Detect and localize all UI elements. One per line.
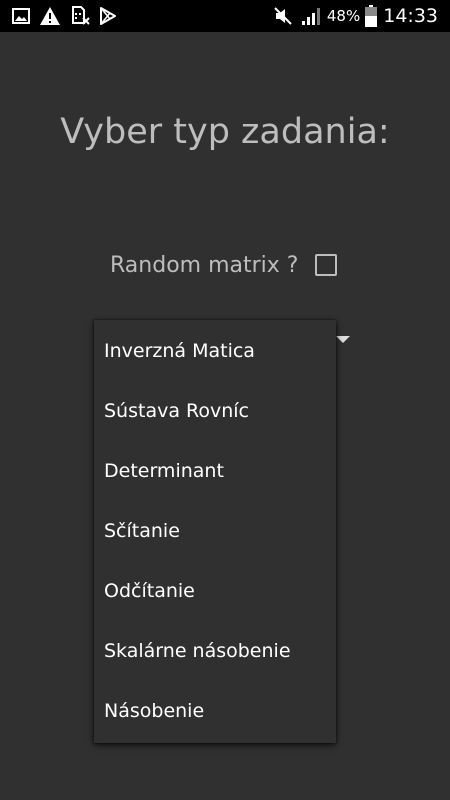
dropdown-item-determinant[interactable]: Determinant [94,441,336,501]
dropdown-item-scalar-multiplication[interactable]: Skalárne násobenie [94,621,336,681]
gallery-icon [12,8,30,24]
dropdown-item-system-of-equations[interactable]: Sústava Rovníc [94,381,336,441]
status-bar: 48% 14:33 [0,0,450,32]
random-matrix-row[interactable]: Random matrix ? [110,248,338,282]
task-type-dropdown: Inverzná Matica Sústava Rovníc Determina… [94,320,336,743]
page-title: Vyber typ zadania: [60,112,390,152]
random-matrix-checkbox[interactable] [315,254,338,276]
status-bar-system: 48% 14:33 [273,0,438,32]
app-content: Vyber typ zadania: Random matrix ? Inver… [0,32,450,800]
status-bar-notifications [12,0,126,32]
dropdown-item-multiplication[interactable]: Násobenie [94,681,336,741]
battery-icon [365,5,378,27]
dropdown-item-addition[interactable]: Sčítanie [94,501,336,561]
signal-icon [301,6,323,26]
mute-icon [273,6,293,26]
chevron-down-icon[interactable] [336,336,350,343]
dropdown-item-subtraction[interactable]: Odčítanie [94,561,336,621]
random-matrix-label: Random matrix ? [110,252,299,278]
dropdown-item-inverse-matrix[interactable]: Inverzná Matica [94,321,336,381]
warning-icon [39,6,61,26]
clock: 14:33 [383,5,438,27]
sim-off-icon [70,6,90,26]
play-store-icon [99,7,117,25]
battery-percent: 48% [326,7,361,25]
